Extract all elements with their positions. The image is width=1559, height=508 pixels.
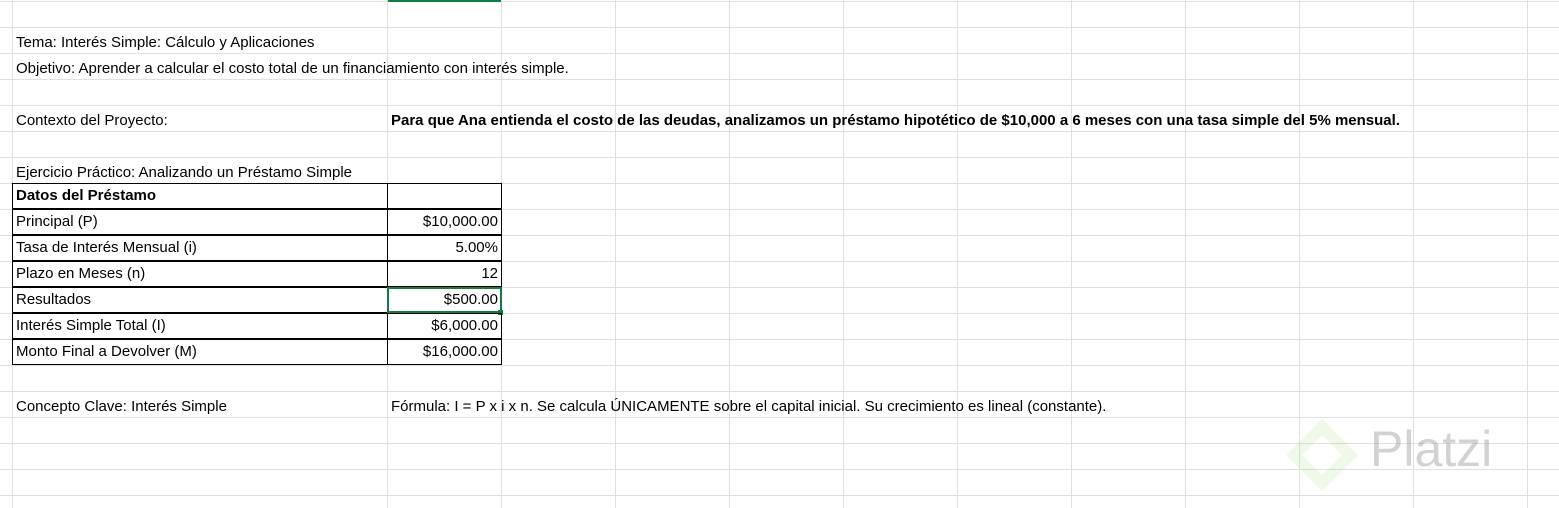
row-label-interes-total[interactable]: Interés Simple Total (I) <box>12 313 388 339</box>
contexto-label-cell[interactable]: Contexto del Proyecto: <box>13 108 171 134</box>
concepto-label-cell[interactable]: Concepto Clave: Interés Simple <box>13 394 230 420</box>
row-label-monto-final[interactable]: Monto Final a Devolver (M) <box>12 339 388 365</box>
platzi-logo-icon <box>1286 419 1358 491</box>
platzi-watermark: Platzi <box>1370 421 1493 477</box>
objetivo-cell[interactable]: Objetivo: Aprender a calcular el costo t… <box>13 56 572 82</box>
row-value-interes-total[interactable]: $6,000.00 <box>387 313 502 339</box>
row-value-tasa[interactable]: 5.00% <box>387 235 502 261</box>
row-value-plazo[interactable]: 12 <box>387 261 502 287</box>
row-value-resultados-selected[interactable]: $500.00 <box>387 287 502 313</box>
row-label-resultados[interactable]: Resultados <box>12 287 388 313</box>
tema-cell[interactable]: Tema: Interés Simple: Cálculo y Aplicaci… <box>13 30 317 56</box>
row-label-principal[interactable]: Principal (P) <box>12 209 388 235</box>
row-value-principal[interactable]: $10,000.00 <box>387 209 502 235</box>
table-header-cell[interactable]: Datos del Préstamo <box>12 183 388 209</box>
row-label-plazo[interactable]: Plazo en Meses (n) <box>12 261 388 287</box>
concepto-value-cell[interactable]: Fórmula: I = P x i x n. Se calcula ÚNICA… <box>388 394 1109 420</box>
table-header-empty-cell[interactable] <box>387 183 502 209</box>
contexto-value-cell[interactable]: Para que Ana entienda el costo de las de… <box>388 108 1403 134</box>
column-selection-indicator <box>388 0 501 2</box>
row-value-monto-final[interactable]: $16,000.00 <box>387 339 502 365</box>
row-label-tasa[interactable]: Tasa de Interés Mensual (i) <box>12 235 388 261</box>
